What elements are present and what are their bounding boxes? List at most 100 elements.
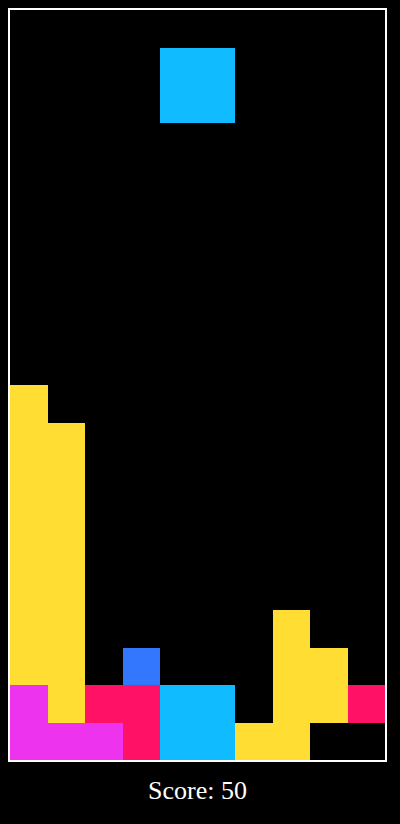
cell bbox=[348, 610, 386, 648]
cell bbox=[310, 385, 348, 423]
cell bbox=[160, 348, 198, 386]
cell bbox=[310, 348, 348, 386]
cell bbox=[160, 648, 198, 686]
cell bbox=[235, 235, 273, 273]
cell bbox=[198, 423, 236, 461]
cell bbox=[348, 573, 386, 611]
cell bbox=[235, 123, 273, 161]
cell bbox=[310, 498, 348, 536]
cell bbox=[123, 160, 161, 198]
cell bbox=[160, 48, 198, 86]
cell bbox=[235, 423, 273, 461]
cell bbox=[310, 160, 348, 198]
cell bbox=[160, 685, 198, 723]
cell bbox=[10, 123, 48, 161]
cell bbox=[198, 123, 236, 161]
cell bbox=[48, 348, 86, 386]
cell bbox=[48, 498, 86, 536]
cell bbox=[123, 48, 161, 86]
cell bbox=[160, 160, 198, 198]
cell bbox=[310, 723, 348, 761]
cell bbox=[123, 723, 161, 761]
cell bbox=[160, 235, 198, 273]
cell bbox=[273, 535, 311, 573]
cell bbox=[310, 85, 348, 123]
cell bbox=[123, 498, 161, 536]
cell bbox=[273, 723, 311, 761]
cell bbox=[48, 535, 86, 573]
cell bbox=[48, 273, 86, 311]
cell bbox=[348, 10, 386, 48]
cell bbox=[85, 10, 123, 48]
cell bbox=[273, 685, 311, 723]
cell bbox=[348, 235, 386, 273]
cell bbox=[235, 610, 273, 648]
cell bbox=[348, 385, 386, 423]
cell bbox=[198, 648, 236, 686]
cell bbox=[85, 723, 123, 761]
cell bbox=[348, 723, 386, 761]
cell bbox=[235, 723, 273, 761]
cell bbox=[123, 610, 161, 648]
cell bbox=[85, 460, 123, 498]
cell bbox=[348, 460, 386, 498]
cell bbox=[10, 460, 48, 498]
cell bbox=[348, 310, 386, 348]
cell bbox=[235, 348, 273, 386]
cell bbox=[348, 123, 386, 161]
cell bbox=[348, 48, 386, 86]
cell bbox=[48, 610, 86, 648]
cell bbox=[10, 10, 48, 48]
cell bbox=[310, 423, 348, 461]
cell bbox=[273, 48, 311, 86]
cell bbox=[10, 610, 48, 648]
cell bbox=[310, 535, 348, 573]
cell bbox=[10, 348, 48, 386]
cell bbox=[85, 423, 123, 461]
cell bbox=[198, 273, 236, 311]
cell bbox=[198, 573, 236, 611]
cell bbox=[48, 160, 86, 198]
cell bbox=[235, 460, 273, 498]
cell bbox=[198, 685, 236, 723]
cell bbox=[235, 48, 273, 86]
cell bbox=[310, 460, 348, 498]
cell bbox=[85, 310, 123, 348]
cell bbox=[198, 10, 236, 48]
cell bbox=[160, 723, 198, 761]
cell bbox=[48, 123, 86, 161]
cell bbox=[10, 423, 48, 461]
game-board bbox=[8, 8, 387, 762]
cell bbox=[10, 385, 48, 423]
cell bbox=[123, 648, 161, 686]
cell bbox=[85, 535, 123, 573]
cell bbox=[235, 535, 273, 573]
cell bbox=[85, 235, 123, 273]
cell bbox=[48, 460, 86, 498]
cell bbox=[10, 310, 48, 348]
cell bbox=[10, 160, 48, 198]
cell bbox=[48, 385, 86, 423]
cell bbox=[235, 385, 273, 423]
cell bbox=[273, 123, 311, 161]
cell bbox=[198, 198, 236, 236]
cell bbox=[198, 310, 236, 348]
cell bbox=[160, 310, 198, 348]
cell bbox=[85, 648, 123, 686]
cell bbox=[160, 573, 198, 611]
cell bbox=[160, 535, 198, 573]
cell bbox=[273, 348, 311, 386]
cell bbox=[85, 685, 123, 723]
cell bbox=[198, 85, 236, 123]
cell bbox=[198, 610, 236, 648]
cell bbox=[310, 198, 348, 236]
cell bbox=[123, 123, 161, 161]
cell bbox=[123, 460, 161, 498]
cell bbox=[123, 235, 161, 273]
cell bbox=[310, 273, 348, 311]
cell bbox=[348, 535, 386, 573]
cell bbox=[273, 10, 311, 48]
cell bbox=[310, 610, 348, 648]
cell bbox=[310, 235, 348, 273]
cell bbox=[48, 235, 86, 273]
